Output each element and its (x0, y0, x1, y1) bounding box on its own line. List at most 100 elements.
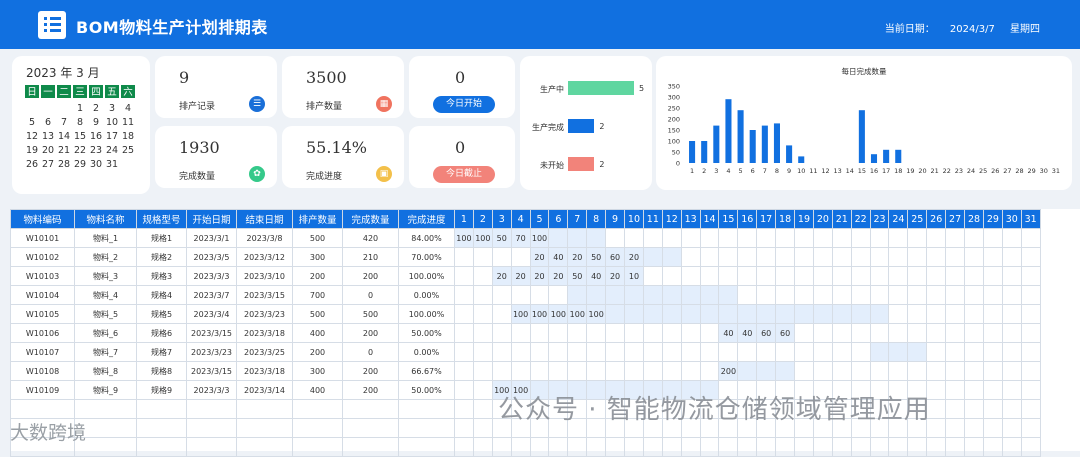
table-row[interactable]: W10107 物料_7 规格7 2023/3/23 2023/3/25 200 0 0.00% (10, 342, 1041, 362)
chart-bar (713, 125, 720, 163)
day-cell (831, 228, 852, 248)
day-cell (794, 304, 814, 324)
calendar-day[interactable]: 25 (120, 144, 136, 157)
table-row[interactable]: W10102 物料_2 规格2 2023/3/5 2023/3/12 300 210 70.0… (10, 247, 1041, 267)
day-cell (718, 266, 739, 286)
day-cell (907, 247, 928, 267)
day-cell (699, 361, 720, 381)
day-cell: 20 (491, 266, 512, 286)
day-cell (642, 342, 663, 362)
day-cell (1001, 323, 1022, 343)
day-cell (794, 323, 814, 343)
day-column-header: 27 (945, 209, 966, 229)
calendar-day[interactable]: 23 (88, 144, 104, 157)
day-cell (661, 342, 682, 362)
empty-cell (869, 437, 890, 457)
day-cell (491, 247, 512, 267)
calendar-day[interactable]: 12 (24, 130, 40, 143)
calendar-day[interactable]: 21 (56, 144, 72, 157)
calendar-day[interactable]: 31 (104, 158, 120, 171)
calendar-day[interactable]: 10 (104, 116, 120, 129)
calendar-day[interactable]: 1 (72, 102, 88, 115)
day-cell (491, 285, 512, 305)
day-cell (982, 380, 1003, 400)
x-tick-label: 4 (726, 167, 730, 175)
day-cell (945, 228, 966, 248)
calendar-day[interactable]: 20 (40, 144, 56, 157)
calendar-day[interactable]: 7 (56, 116, 72, 129)
calendar-day[interactable]: 16 (88, 130, 104, 143)
empty-cell (945, 399, 966, 419)
day-cell (548, 285, 569, 305)
table-row[interactable]: W10108 物料_8 规格8 2023/3/15 2023/3/18 300 200 66.… (10, 361, 1041, 381)
day-cell (491, 361, 512, 381)
day-cell (964, 304, 984, 324)
day-cell (1001, 380, 1022, 400)
day-cell (510, 285, 531, 305)
calendar-day[interactable]: 29 (72, 158, 88, 171)
y-tick-label: 0 (676, 160, 680, 168)
table-row[interactable]: W10101 物料_1 规格1 2023/3/1 2023/3/8 500 420 84.00… (10, 228, 1041, 248)
table-row[interactable]: W10104 物料_4 规格4 2023/3/7 2023/3/15 700 0 0.00% (10, 285, 1041, 305)
calendar-day[interactable]: 8 (72, 116, 88, 129)
day-cell: 100 (454, 228, 474, 248)
day-cell (642, 266, 663, 286)
empty-cell (964, 418, 984, 438)
empty-cell (794, 437, 814, 457)
day-cell: 20 (529, 247, 550, 267)
calendar-day[interactable]: 4 (120, 102, 136, 115)
calendar-day[interactable]: 22 (72, 144, 88, 157)
day-cell (1020, 228, 1041, 248)
table-row[interactable]: W10103 物料_3 规格3 2023/3/3 2023/3/10 200 200 100.… (10, 266, 1041, 286)
calendar-day[interactable]: 27 (40, 158, 56, 171)
column-header: 物料名称 (74, 209, 137, 229)
day-cell (454, 361, 474, 381)
day-cell (964, 323, 984, 343)
calendar-day[interactable]: 24 (104, 144, 120, 157)
table-cell: 物料_6 (74, 323, 137, 343)
calendar-day[interactable]: 9 (88, 116, 104, 129)
day-cell (812, 247, 833, 267)
day-cell (869, 247, 890, 267)
day-cell (1020, 323, 1041, 343)
chart-bar (701, 141, 708, 163)
calendar-day[interactable]: 11 (120, 116, 136, 129)
table-cell: 400 (292, 380, 343, 400)
day-cell (982, 247, 1003, 267)
day-cell (812, 285, 833, 305)
table-row[interactable]: W10105 物料_5 规格5 2023/3/4 2023/3/23 500 500 100.… (10, 304, 1041, 324)
day-column-header: 1 (454, 209, 474, 229)
start-today-button[interactable]: 今日开始 (433, 96, 495, 113)
day-column-header: 7 (567, 209, 588, 229)
calendar-day[interactable]: 19 (24, 144, 40, 157)
table-row[interactable]: W10106 物料_6 规格6 2023/3/15 2023/3/18 400 200 50.… (10, 323, 1041, 343)
calendar-day[interactable]: 2 (88, 102, 104, 115)
calendar-day[interactable]: 17 (104, 130, 120, 143)
calendar-day[interactable]: 3 (104, 102, 120, 115)
day-cell: 60 (756, 323, 777, 343)
calendar-day[interactable]: 15 (72, 130, 88, 143)
day-cell (756, 361, 777, 381)
calendar-weekday: 四 (88, 84, 104, 99)
completed-label: 完成数量 (179, 172, 216, 182)
calendar-day[interactable]: 18 (120, 130, 136, 143)
day-cell (964, 342, 984, 362)
day-cell (491, 304, 512, 324)
day-cell (831, 342, 852, 362)
day-cell (794, 228, 814, 248)
day-cell (812, 361, 833, 381)
calendar-day[interactable]: 14 (56, 130, 72, 143)
table-cell: 0.00% (398, 342, 455, 362)
calendar-day[interactable]: 6 (40, 116, 56, 129)
calendar-day[interactable]: 28 (56, 158, 72, 171)
empty-cell (945, 437, 966, 457)
day-cell (624, 323, 644, 343)
day-column-header: 21 (831, 209, 852, 229)
due-today-button[interactable]: 今日截止 (433, 166, 495, 183)
calendar-day[interactable]: 13 (40, 130, 56, 143)
calendar-day[interactable]: 5 (24, 116, 40, 129)
calendar-day[interactable]: 26 (24, 158, 40, 171)
calendar-day[interactable]: 30 (88, 158, 104, 171)
table-cell: 规格4 (136, 285, 187, 305)
column-header: 物料编码 (10, 209, 75, 229)
